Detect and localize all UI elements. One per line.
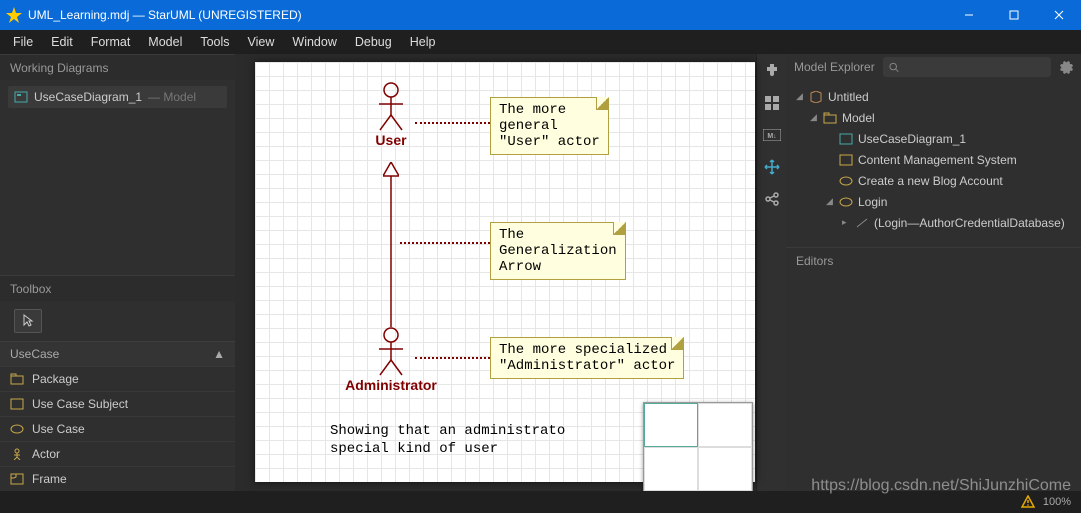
move-icon[interactable] [761, 156, 783, 178]
expand-icon[interactable]: ◢ [826, 196, 834, 207]
note-link [415, 122, 490, 124]
editors-header[interactable]: Editors [786, 248, 1081, 274]
app-icon [6, 7, 22, 23]
menu-tools[interactable]: Tools [191, 32, 238, 52]
grid-icon[interactable] [761, 92, 783, 114]
note-user[interactable]: The more general "User" actor [490, 97, 609, 155]
menu-edit[interactable]: Edit [42, 32, 82, 52]
working-diagrams-header[interactable]: Working Diagrams [0, 54, 235, 80]
window-title: UML_Learning.mdj — StarUML (UNREGISTERED… [28, 8, 946, 22]
actor-admin[interactable]: Administrator [331, 327, 451, 393]
note-link [400, 242, 490, 244]
diagram-parent: — Model [148, 90, 196, 104]
tool-usecase[interactable]: Use Case [0, 416, 235, 441]
tool-usecase-subject[interactable]: Use Case Subject [0, 391, 235, 416]
diagram-icon [839, 133, 853, 145]
zoom-level[interactable]: 100% [1043, 496, 1071, 508]
model-explorer-label: Model Explorer [794, 60, 875, 74]
tree-item[interactable]: UseCaseDiagram_1 [790, 128, 1077, 149]
markdown-icon[interactable]: M↓ [761, 124, 783, 146]
tree-item[interactable]: Content Management System [790, 149, 1077, 170]
share-icon[interactable] [761, 188, 783, 210]
actor-user-label: User [351, 132, 431, 148]
menu-file[interactable]: File [4, 32, 42, 52]
frame-icon [10, 473, 24, 485]
tree-root[interactable]: ◢ Untitled [790, 86, 1077, 107]
menu-help[interactable]: Help [401, 32, 445, 52]
title-bar: UML_Learning.mdj — StarUML (UNREGISTERED… [0, 0, 1081, 30]
status-bar: 100% [0, 491, 1081, 513]
expand-icon[interactable]: ▸ [842, 217, 850, 228]
usecase-icon [10, 423, 24, 435]
toolbox-category[interactable]: UseCase▲ [0, 341, 235, 366]
model-icon [823, 112, 837, 124]
note-link [415, 357, 490, 359]
search-box[interactable] [883, 57, 1051, 77]
actor-icon [10, 448, 24, 460]
model-tree[interactable]: ◢ Untitled ◢ Model UseCaseDiagram_1 Cont… [786, 80, 1081, 239]
usecase-icon [839, 175, 853, 187]
tree-login[interactable]: ◢ Login [790, 191, 1077, 212]
menu-debug[interactable]: Debug [346, 32, 401, 52]
tool-package[interactable]: Package [0, 366, 235, 391]
cursor-icon [22, 314, 34, 328]
menu-model[interactable]: Model [139, 32, 191, 52]
minimize-button[interactable] [946, 0, 991, 30]
right-panel: Model Explorer ◢ Untitled ◢ Model UseCa [786, 54, 1081, 491]
note-arrow[interactable]: The Generalization Arrow [490, 222, 626, 280]
working-diagram-item[interactable]: UseCaseDiagram_1 — Model [8, 86, 227, 108]
project-icon [809, 91, 823, 103]
actor-user[interactable]: User [351, 82, 431, 148]
generalization-arrow[interactable] [383, 162, 399, 327]
search-input[interactable] [899, 61, 1045, 73]
expand-icon[interactable]: ◢ [796, 91, 804, 102]
menu-format[interactable]: Format [82, 32, 140, 52]
extension-icon[interactable] [761, 60, 783, 82]
diagram-icon [14, 91, 28, 103]
search-icon [889, 62, 899, 73]
note-admin[interactable]: The more specialized "Administrator" act… [490, 337, 684, 379]
tool-frame[interactable]: Frame [0, 466, 235, 491]
diagram-name: UseCaseDiagram_1 [34, 90, 142, 104]
menu-view[interactable]: View [239, 32, 284, 52]
left-panel: Working Diagrams UseCaseDiagram_1 — Mode… [0, 54, 235, 491]
subject-icon [839, 154, 853, 166]
canvas-area[interactable]: User Administrator The more general "Use… [235, 54, 756, 491]
close-button[interactable] [1036, 0, 1081, 30]
usecase-icon [839, 196, 853, 208]
tree-item[interactable]: Create a new Blog Account [790, 170, 1077, 191]
menu-window[interactable]: Window [283, 32, 345, 52]
subject-icon [10, 398, 24, 410]
gear-icon[interactable] [1059, 60, 1073, 74]
maximize-button[interactable] [991, 0, 1036, 30]
menu-bar: File Edit Format Model Tools View Window… [0, 30, 1081, 54]
toolbox-header[interactable]: Toolbox [0, 275, 235, 301]
tool-actor[interactable]: Actor [0, 441, 235, 466]
cursor-tool[interactable] [14, 309, 42, 333]
diagram-thumbnail[interactable] [643, 402, 753, 492]
svg-text:M↓: M↓ [767, 133, 776, 140]
diagram-canvas[interactable]: User Administrator The more general "Use… [255, 62, 755, 482]
relation-icon [855, 217, 869, 229]
tree-login-child[interactable]: ▸ (Login—AuthorCredentialDatabase) [790, 212, 1077, 233]
diagram-caption: Showing that an administrato special kin… [330, 422, 565, 458]
package-icon [10, 373, 24, 385]
expand-icon[interactable]: ◢ [810, 112, 818, 123]
side-toolstrip: M↓ [756, 54, 786, 491]
collapse-icon: ▲ [213, 347, 225, 361]
actor-admin-label: Administrator [331, 377, 451, 393]
warning-icon[interactable] [1021, 495, 1035, 509]
tree-model[interactable]: ◢ Model [790, 107, 1077, 128]
